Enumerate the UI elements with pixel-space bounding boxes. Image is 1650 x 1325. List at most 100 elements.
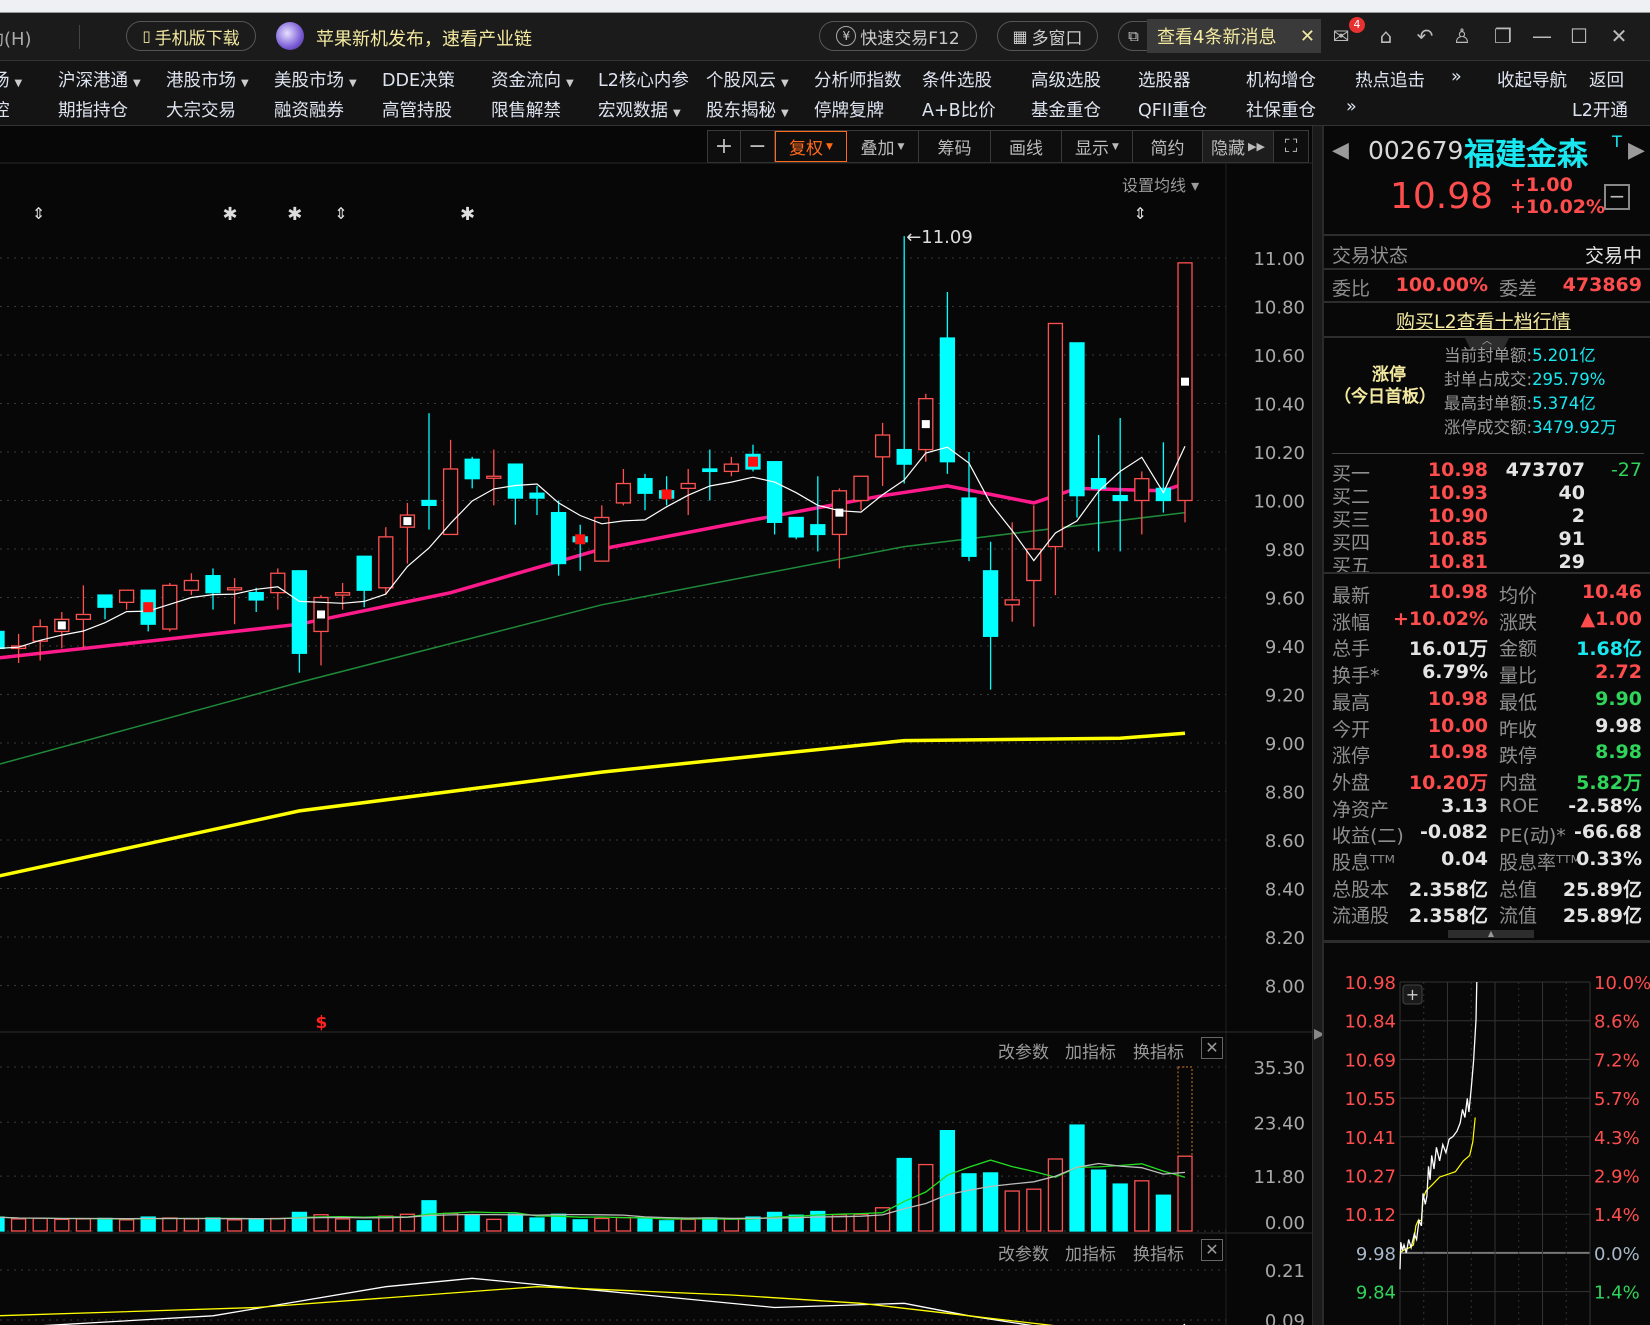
volume-bar[interactable] <box>248 1218 264 1232</box>
nav-item[interactable]: 返回 <box>1589 67 1624 92</box>
volume-bar[interactable] <box>1069 1124 1085 1232</box>
minimize-icon[interactable]: — <box>1529 23 1555 49</box>
volume-bar[interactable] <box>0 1216 5 1232</box>
dollar-marker-icon[interactable]: $ <box>315 1013 327 1033</box>
volume-bar[interactable] <box>334 1218 351 1232</box>
candle[interactable] <box>54 612 70 649</box>
volume-bar[interactable] <box>594 1217 610 1232</box>
skin-shirt-icon[interactable]: ♙ <box>1449 23 1475 49</box>
candle[interactable] <box>766 461 783 535</box>
volume-bar[interactable] <box>572 1219 588 1232</box>
restore-icon[interactable]: ❐ <box>1490 23 1516 49</box>
volume-bar[interactable] <box>1112 1183 1128 1232</box>
candle[interactable] <box>637 473 653 511</box>
volume-bar[interactable] <box>1026 1188 1042 1232</box>
candle[interactable] <box>334 582 351 610</box>
candle[interactable] <box>1155 442 1172 513</box>
candle[interactable] <box>486 449 502 506</box>
volume-bar[interactable] <box>118 1219 135 1232</box>
candle[interactable] <box>75 585 92 649</box>
volume-bar[interactable] <box>442 1212 459 1232</box>
candle[interactable] <box>594 505 610 562</box>
candle[interactable] <box>313 595 329 666</box>
volume-bar[interactable] <box>637 1218 653 1232</box>
switch-indicator-button-2[interactable]: 换指标 <box>1133 1240 1184 1265</box>
set-ma-button[interactable]: 设置均线 ▾ <box>1122 172 1199 196</box>
volume-bar[interactable] <box>615 1216 632 1232</box>
next-stock-icon[interactable]: ▶ <box>1628 138 1645 163</box>
volume-bar[interactable] <box>939 1129 956 1232</box>
volume-bar[interactable] <box>918 1163 934 1232</box>
volume-bar[interactable] <box>1004 1190 1020 1232</box>
collapse-icon[interactable]: − <box>1604 184 1630 210</box>
candle[interactable] <box>226 578 243 625</box>
volume-bar[interactable] <box>1047 1158 1064 1232</box>
candle[interactable] <box>378 527 394 596</box>
candle[interactable] <box>0 630 5 650</box>
volume-bar[interactable] <box>10 1218 27 1232</box>
candle[interactable] <box>1112 418 1128 552</box>
event-arrow-icon[interactable]: ⇕ <box>1133 204 1146 223</box>
volume-bar[interactable] <box>226 1219 243 1232</box>
event-star-icon[interactable]: ✱ <box>222 204 237 225</box>
candle[interactable] <box>788 516 804 540</box>
volume-bar[interactable] <box>961 1173 977 1232</box>
maximize-icon[interactable]: ☐ <box>1566 23 1592 49</box>
volume-bar[interactable] <box>874 1207 891 1232</box>
switch-indicator-button[interactable]: 换指标 <box>1133 1038 1184 1063</box>
volume-bar[interactable] <box>1177 1155 1193 1232</box>
nav-item[interactable]: 收起导航 <box>1497 67 1567 92</box>
volume-bar[interactable] <box>896 1157 912 1232</box>
event-star-icon[interactable]: ✱ <box>287 204 302 225</box>
candle[interactable] <box>572 524 588 571</box>
candle[interactable] <box>939 291 956 474</box>
candle[interactable] <box>896 236 912 484</box>
edit-params-button-2[interactable]: 改参数 <box>998 1240 1049 1265</box>
volume-bar[interactable] <box>982 1172 999 1232</box>
kline-chart[interactable]: 11.00 10.80 10.60 10.40 10.20 10.00 9.80 9.60 9.… <box>0 0 1320 1325</box>
candle[interactable] <box>270 568 286 610</box>
candle[interactable] <box>464 456 480 489</box>
event-star-icon[interactable]: ✱ <box>460 204 475 225</box>
candle[interactable] <box>118 589 135 610</box>
add-indicator-button[interactable]: 加指标 <box>1065 1038 1116 1063</box>
panel-splitter[interactable]: ▶ <box>1312 126 1325 1325</box>
candle[interactable] <box>507 463 524 525</box>
candle[interactable] <box>874 422 891 486</box>
volume-bar[interactable] <box>356 1220 372 1232</box>
candle[interactable] <box>680 468 696 516</box>
add-indicator-button-2[interactable]: 加指标 <box>1065 1240 1116 1265</box>
volume-bar[interactable] <box>75 1218 92 1232</box>
undo-icon[interactable]: ↶ <box>1412 23 1438 49</box>
event-arrow-icon[interactable]: ⇕ <box>334 204 347 223</box>
volume-bar[interactable] <box>486 1218 502 1232</box>
volume-bar[interactable] <box>529 1217 545 1232</box>
volume-bar[interactable] <box>766 1211 783 1232</box>
nav-item[interactable]: 热点追击 <box>1355 67 1425 92</box>
candle[interactable] <box>248 587 264 613</box>
candle[interactable] <box>183 573 200 596</box>
candle[interactable] <box>421 413 437 530</box>
volume-bar[interactable] <box>702 1217 718 1232</box>
volume-bar[interactable] <box>1090 1169 1107 1232</box>
candle[interactable] <box>1134 471 1150 535</box>
home-icon[interactable]: ⌂ <box>1373 23 1399 49</box>
candle[interactable] <box>1069 342 1085 518</box>
close-indicator-panel-icon[interactable]: ✕ <box>1201 1239 1223 1261</box>
event-arrow-icon[interactable]: ⇕ <box>32 204 45 223</box>
volume-bar[interactable] <box>658 1220 675 1232</box>
candle[interactable] <box>162 582 178 632</box>
volume-bar[interactable] <box>183 1218 200 1232</box>
nav-item[interactable]: L2开通 <box>1572 97 1628 122</box>
volume-bar[interactable] <box>1155 1194 1172 1232</box>
candle[interactable] <box>853 475 869 511</box>
candle[interactable] <box>1026 505 1042 627</box>
volume-bar[interactable] <box>205 1217 221 1232</box>
edit-params-button[interactable]: 改参数 <box>998 1038 1049 1063</box>
volume-bar[interactable] <box>1134 1180 1150 1232</box>
volume-bar[interactable] <box>270 1217 286 1232</box>
candle[interactable] <box>810 476 826 552</box>
volume-bar[interactable] <box>32 1217 48 1232</box>
candle[interactable] <box>442 439 459 536</box>
volume-bar[interactable] <box>680 1218 696 1232</box>
